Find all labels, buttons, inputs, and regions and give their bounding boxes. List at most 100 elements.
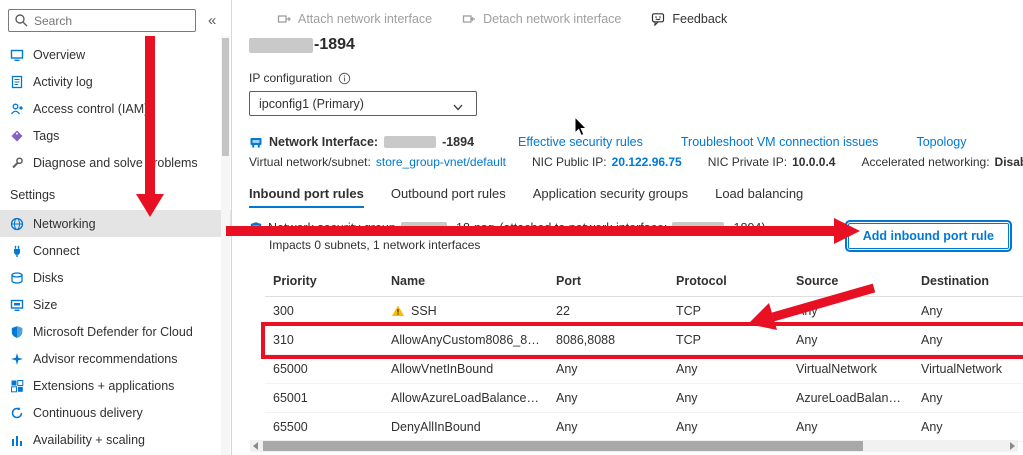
rule-row-allow-vnet[interactable]: 65000 AllowVnetInBound Any Any VirtualNe…: [265, 355, 1023, 384]
search-icon: [14, 13, 28, 27]
cell-port: Any: [548, 355, 668, 384]
sidebar-item-access-control[interactable]: Access control (IAM): [0, 95, 231, 122]
extensions-icon: [10, 379, 24, 393]
activity-log-icon: [10, 75, 24, 89]
sidebar-item-diagnose[interactable]: Diagnose and solve problems: [0, 149, 231, 176]
public-ip-label: NIC Public IP:: [532, 155, 607, 169]
vnet-subnet-link[interactable]: store_group-vnet/default: [376, 155, 506, 169]
sidebar-item-defender[interactable]: Microsoft Defender for Cloud: [0, 318, 231, 345]
sidebar-item-networking[interactable]: Networking: [0, 210, 231, 237]
sidebar-item-activity-log[interactable]: Activity log: [0, 68, 231, 95]
cell-priority: 300: [265, 297, 383, 326]
detach-network-interface-button[interactable]: Detach network interface: [462, 12, 621, 26]
public-ip-value[interactable]: 20.122.96.75: [612, 155, 682, 169]
add-inbound-port-rule-button[interactable]: Add inbound port rule: [848, 223, 1009, 249]
tab-outbound-port-rules[interactable]: Outbound port rules: [391, 186, 506, 208]
scroll-left-arrow-icon[interactable]: [253, 442, 258, 450]
cell-destination: Any: [913, 384, 1023, 413]
nsg-block: Network security group -18-nsg (attached…: [249, 221, 1023, 252]
info-icon[interactable]: [338, 72, 352, 85]
sidebar-item-overview[interactable]: Overview: [0, 41, 231, 68]
tab-inbound-port-rules[interactable]: Inbound port rules: [249, 186, 364, 208]
main-content: Attach network interface Detach network …: [233, 0, 1023, 455]
table-header-row: Priority Name Port Protocol Source Desti…: [265, 266, 1023, 297]
cell-priority: 65001: [265, 384, 383, 413]
sidebar-item-label: Extensions + applications: [33, 379, 174, 393]
cell-priority: 65000: [265, 355, 383, 384]
nsg-lines: Network security group -18-nsg (attached…: [249, 221, 766, 252]
cell-destination: Any: [913, 326, 1023, 355]
cell-protocol: TCP: [668, 326, 788, 355]
rule-row-custom-8086-8088[interactable]: 310 AllowAnyCustom8086_8088In... 8086,80…: [265, 326, 1023, 355]
private-ip-value: 10.0.0.4: [792, 155, 835, 169]
tags-icon: [10, 129, 24, 143]
sidebar-item-label: Activity log: [33, 75, 93, 89]
nsg-summary: Network security group -18-nsg (attached…: [249, 221, 766, 235]
cell-protocol: Any: [668, 384, 788, 413]
effective-security-rules-link[interactable]: Effective security rules: [518, 135, 643, 149]
page-body: -1894 IP configuration ipconfig1 (Primar…: [233, 36, 1023, 442]
sidebar-scrollbar-thumb[interactable]: [222, 38, 229, 156]
redacted-nsg-name: [401, 222, 447, 234]
nsg-attached-text: (attached to network interface:: [499, 221, 667, 235]
sidebar-scrollbar[interactable]: [221, 36, 230, 455]
rule-row-allow-lb[interactable]: 65001 AllowAzureLoadBalancerInBou... Any…: [265, 384, 1023, 413]
cell-protocol: Any: [668, 355, 788, 384]
table-horizontal-scrollbar[interactable]: [250, 440, 1018, 452]
disks-icon: [10, 271, 24, 285]
ip-configuration-dropdown[interactable]: ipconfig1 (Primary): [249, 91, 477, 116]
nic-meta-row: Virtual network/subnet: store_group-vnet…: [249, 155, 1023, 169]
sidebar-item-extensions[interactable]: Extensions + applications: [0, 372, 231, 399]
tab-load-balancing[interactable]: Load balancing: [715, 186, 803, 208]
sidebar-item-size[interactable]: Size: [0, 291, 231, 318]
sidebar-item-availability[interactable]: Availability + scaling: [0, 426, 231, 453]
attach-network-interface-button[interactable]: Attach network interface: [277, 12, 432, 26]
sidebar-item-label: Advisor recommendations: [33, 352, 178, 366]
sidebar-item-disks[interactable]: Disks: [0, 264, 231, 291]
size-icon: [10, 298, 24, 312]
cell-source: VirtualNetwork: [788, 355, 913, 384]
topology-link[interactable]: Topology: [916, 135, 966, 149]
sidebar-item-connect[interactable]: Connect: [0, 237, 231, 264]
connect-icon: [10, 244, 24, 258]
sidebar-item-label: Availability + scaling: [33, 433, 145, 447]
sidebar-item-label: Microsoft Defender for Cloud: [33, 325, 193, 339]
tab-application-security-groups[interactable]: Application security groups: [533, 186, 688, 208]
cell-destination: VirtualNetwork: [913, 355, 1023, 384]
command-bar: Attach network interface Detach network …: [233, 0, 1023, 32]
sidebar-item-continuous-delivery[interactable]: Continuous delivery: [0, 399, 231, 426]
feedback-icon: [651, 12, 665, 26]
ip-configuration-text: IP configuration: [249, 71, 332, 85]
sidebar: « Overview Activity log Access control (…: [0, 0, 232, 455]
defender-shield-icon: [10, 325, 24, 339]
sidebar-item-label: Access control (IAM): [33, 102, 148, 116]
cell-protocol: Any: [668, 413, 788, 442]
cell-protocol: TCP: [668, 297, 788, 326]
cell-priority: 310: [265, 326, 383, 355]
sidebar-item-advisor[interactable]: Advisor recommendations: [0, 345, 231, 372]
detach-icon: [462, 12, 476, 26]
sidebar-item-tags[interactable]: Tags: [0, 122, 231, 149]
rule-row-deny-all[interactable]: 65500 DenyAllInBound Any Any Any Any: [265, 413, 1023, 442]
diagnose-icon: [10, 156, 24, 170]
search-input[interactable]: [8, 9, 196, 32]
nic-name-suffix: -1894: [442, 135, 474, 149]
nsg-name-suffix: -18-nsg: [452, 221, 494, 235]
troubleshoot-link[interactable]: Troubleshoot VM connection issues: [681, 135, 879, 149]
cell-name: AllowAnyCustom8086_8088In...: [383, 326, 548, 355]
sidebar-collapse-button[interactable]: «: [204, 12, 220, 29]
vm-name-suffix: -1894: [314, 36, 355, 54]
search-box: [8, 9, 196, 32]
cell-source: AzureLoadBalancer: [788, 384, 913, 413]
rule-row-ssh[interactable]: 300 SSH 22 TCP Any Any: [265, 297, 1023, 326]
horizontal-scrollbar-thumb[interactable]: [263, 441, 863, 451]
cell-name: AllowVnetInBound: [383, 355, 548, 384]
feedback-button[interactable]: Feedback: [651, 12, 727, 26]
sidebar-item-label: Tags: [33, 129, 59, 143]
scroll-right-arrow-icon[interactable]: [1010, 442, 1015, 450]
cell-source: Any: [788, 413, 913, 442]
vnet-subnet-group: Virtual network/subnet: store_group-vnet…: [249, 155, 506, 169]
cell-name: DenyAllInBound: [383, 413, 548, 442]
public-ip-group: NIC Public IP: 20.122.96.75: [532, 155, 682, 169]
sidebar-item-label: Overview: [33, 48, 85, 62]
